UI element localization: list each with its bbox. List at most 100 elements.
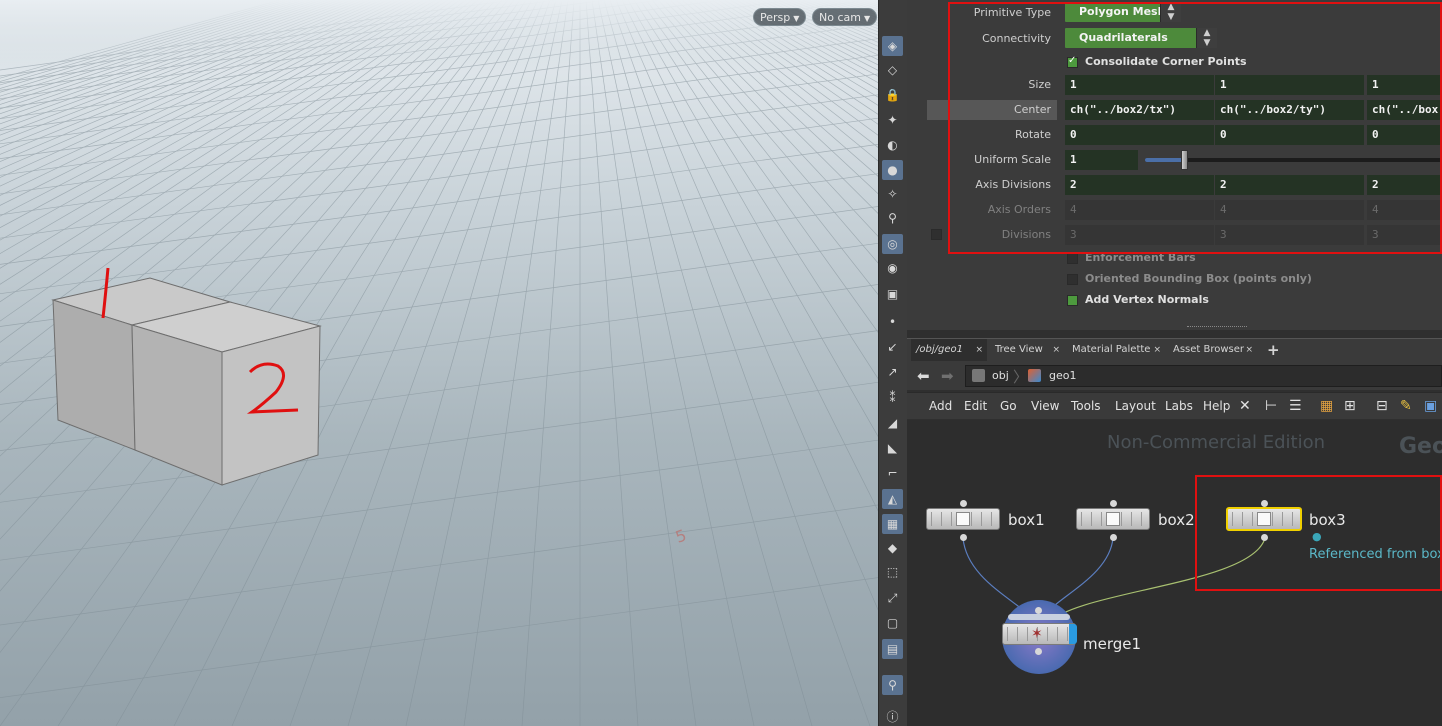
camera-icon[interactable]: ◎ [882, 234, 903, 254]
path-geo[interactable]: geo1 [1049, 369, 1076, 382]
size-z-field[interactable]: 1 [1367, 75, 1442, 95]
box2-node[interactable] [1076, 508, 1150, 530]
camera-menu-button[interactable]: No cam ▼ [812, 8, 878, 26]
pin-icon[interactable]: ⚲ [882, 675, 903, 695]
axis-divisions-z-field[interactable]: 2 [1367, 175, 1442, 195]
rotate-y-field[interactable]: 0 [1215, 125, 1365, 145]
sticky-note-icon[interactable]: ✎ [1400, 393, 1412, 419]
shading-icon[interactable]: ◐ [882, 135, 903, 155]
rotate-x-field[interactable]: 0 [1065, 125, 1215, 145]
center-y-field[interactable]: ch("../box2/ty") [1215, 100, 1365, 120]
point-display-icon[interactable]: • [882, 312, 903, 332]
visibility-icon[interactable]: ◉ [882, 258, 903, 278]
enforcement-bars-checkbox[interactable] [1067, 253, 1078, 264]
center-z-field[interactable]: ch("../box [1367, 100, 1442, 120]
merge1-input-dot[interactable] [1035, 607, 1042, 614]
color-palette-icon[interactable]: ▦ [1320, 393, 1333, 419]
uv-icon[interactable]: ⬚ [882, 562, 903, 582]
image-icon[interactable]: ▣ [1424, 393, 1437, 419]
merge1-node[interactable]: ✶ [1002, 623, 1077, 645]
persp-menu-button[interactable]: Persp ▼ [753, 8, 807, 26]
add-tab-button[interactable]: + [1262, 339, 1280, 361]
checker-icon[interactable]: ▦ [882, 514, 903, 534]
primitive-normals-icon[interactable]: ◢ [882, 413, 903, 433]
merge1-label[interactable]: merge1 [1083, 635, 1141, 653]
menu-view[interactable]: View [1031, 393, 1059, 419]
close-icon[interactable]: × [1052, 339, 1060, 361]
tab-material-palette[interactable]: Material Palette × [1067, 339, 1165, 361]
network-box-icon[interactable]: ⊟ [1376, 393, 1388, 419]
box3-node[interactable] [1226, 507, 1302, 531]
list-icon[interactable]: ☰ [1289, 393, 1302, 419]
menu-labs[interactable]: Labs [1165, 393, 1193, 419]
light-linker-icon[interactable]: ⚲ [882, 208, 903, 228]
box3-label[interactable]: box3 [1309, 511, 1346, 529]
close-icon[interactable]: × [975, 339, 983, 361]
lock-icon[interactable]: 🔒 [882, 85, 903, 105]
primitive-numbers-icon[interactable]: ◣ [882, 438, 903, 458]
menu-help[interactable]: Help [1203, 393, 1230, 419]
box3-output-dot[interactable] [1261, 534, 1268, 541]
box2-input-dot[interactable] [1110, 500, 1117, 507]
point-numbers-icon[interactable]: ⁑ [882, 388, 903, 408]
snap-icon[interactable]: ◇ [882, 60, 903, 80]
box1-node[interactable] [926, 508, 1000, 530]
box1-output-dot[interactable] [960, 534, 967, 541]
stop-icon[interactable]: ▢ [882, 613, 903, 633]
close-icon[interactable]: × [1153, 339, 1161, 361]
display-options-icon[interactable]: ◈ [882, 36, 903, 56]
light-icon[interactable]: ✧ [882, 184, 903, 204]
display-flag-icon[interactable] [1069, 624, 1077, 644]
add-vertex-normals-checkbox[interactable] [1067, 295, 1078, 306]
close-icon[interactable]: × [1245, 339, 1253, 361]
menu-go[interactable]: Go [1000, 393, 1017, 419]
size-y-field[interactable]: 1 [1215, 75, 1365, 95]
consolidate-checkbox[interactable]: ✓ [1067, 55, 1078, 68]
center-x-field[interactable]: ch("../box2/tx") [1065, 100, 1215, 120]
tree-icon[interactable]: ⊢ [1265, 393, 1277, 419]
path-obj[interactable]: obj [992, 369, 1009, 382]
network-editor-canvas[interactable]: Non-Commercial Edition Geo box1 box2 box… [907, 420, 1442, 726]
info-icon[interactable]: ⓘ [882, 706, 903, 726]
normals-icon[interactable]: ↙ [882, 337, 903, 357]
vector-icon[interactable]: ⤢ [882, 588, 903, 608]
menu-layout[interactable]: Layout [1115, 393, 1156, 419]
menu-add[interactable]: Add [929, 393, 952, 419]
template-icon[interactable]: ◭ [882, 489, 903, 509]
menu-tools[interactable]: Tools [1071, 393, 1101, 419]
wireframe-icon[interactable]: ▣ [882, 284, 903, 304]
back-arrow-icon[interactable]: ⬅ [917, 367, 930, 385]
light-off-icon[interactable]: ✦ [882, 110, 903, 130]
box3-input-dot[interactable] [1261, 500, 1268, 507]
rotate-z-field[interactable]: 0 [1367, 125, 1442, 145]
vertex-normals-icon[interactable]: ↗ [882, 362, 903, 382]
uniform-scale-slider-handle[interactable] [1180, 150, 1188, 170]
axis-divisions-y-field[interactable]: 2 [1215, 175, 1365, 195]
merge1-output-dot[interactable] [1035, 648, 1042, 655]
primitive-type-menu[interactable]: Polygon Mesh ▲ ▼ [1065, 2, 1181, 22]
axis-divisions-x-field[interactable]: 2 [1065, 175, 1215, 195]
size-x-field[interactable]: 1 [1065, 75, 1215, 95]
box1-label[interactable]: box1 [1008, 511, 1045, 529]
box1-input-dot[interactable] [960, 500, 967, 507]
grid-icon[interactable]: ⊞ [1344, 393, 1356, 419]
uniform-scale-field[interactable]: 1 [1065, 150, 1139, 170]
comment-bubble-icon[interactable]: ● [1312, 530, 1322, 543]
hull-icon[interactable]: ⌐ [882, 463, 903, 483]
tab-tree-view[interactable]: Tree View × [990, 339, 1064, 361]
uniform-scale-slider[interactable] [1145, 150, 1442, 170]
box2-output-dot[interactable] [1110, 534, 1117, 541]
forward-arrow-icon[interactable]: ➡ [941, 367, 954, 385]
3d-viewport[interactable]: 5 Persp ▼ No cam ▼ [0, 0, 878, 726]
diamond-icon[interactable]: ◆ [882, 538, 903, 558]
tab-obj-geo1[interactable]: /obj/geo1 × [911, 339, 987, 361]
tab-asset-browser[interactable]: Asset Browser × [1168, 339, 1257, 361]
background-icon[interactable]: ▤ [882, 639, 903, 659]
wrench-icon[interactable]: ✕ [1239, 393, 1251, 419]
connectivity-menu[interactable]: Quadrilaterals ▲ ▼ [1065, 28, 1217, 48]
light-bulb-icon[interactable]: ● [882, 160, 903, 180]
merge1-input-bar[interactable] [1008, 614, 1070, 620]
box2-label[interactable]: box2 [1158, 511, 1195, 529]
menu-edit[interactable]: Edit [964, 393, 987, 419]
oriented-bbox-checkbox[interactable] [1067, 274, 1078, 285]
